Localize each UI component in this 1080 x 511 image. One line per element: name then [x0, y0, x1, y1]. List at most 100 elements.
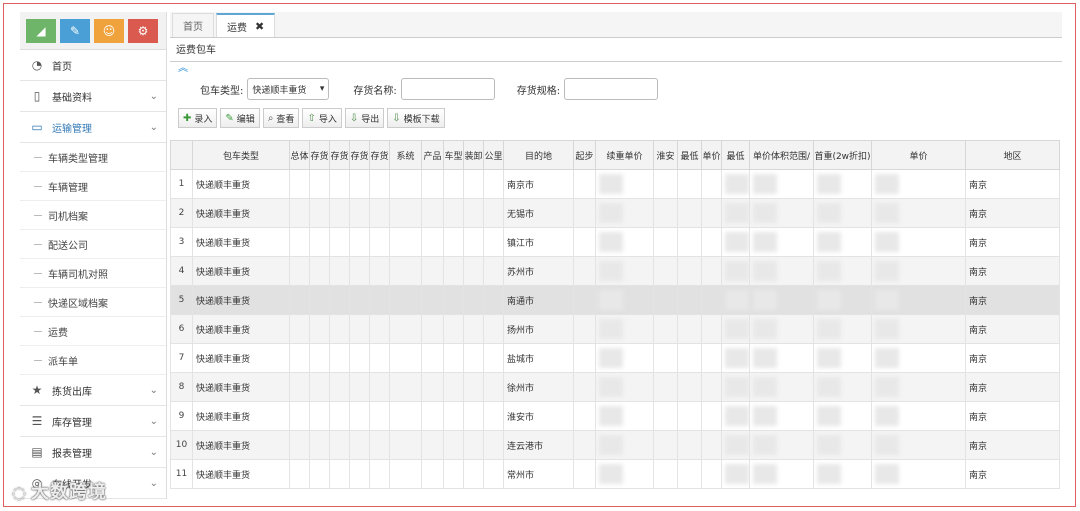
- collapse-up-icon[interactable]: ︽: [170, 62, 1062, 76]
- cell-destination[interactable]: 连云港市: [503, 430, 574, 460]
- cell-empty[interactable]: [653, 372, 678, 402]
- table-row[interactable]: 3 快递顺丰重货 镇江市 南京: [170, 227, 1060, 257]
- cell-empty[interactable]: [389, 372, 422, 402]
- column-header[interactable]: 车型: [443, 140, 464, 170]
- cell-empty[interactable]: [573, 285, 596, 315]
- cell-empty[interactable]: [389, 227, 422, 257]
- cell-empty[interactable]: [349, 285, 370, 315]
- cell-empty[interactable]: [309, 430, 330, 460]
- menu-report[interactable]: ▤ 报表管理 ⌄: [20, 437, 166, 468]
- column-header[interactable]: 装卸: [463, 140, 484, 170]
- column-header[interactable]: 产品: [421, 140, 444, 170]
- cell-redacted[interactable]: [721, 198, 750, 228]
- menu-home[interactable]: ◔ 首页: [20, 50, 166, 81]
- cell-redacted[interactable]: [813, 285, 872, 315]
- cell-empty[interactable]: [421, 372, 444, 402]
- cell-empty[interactable]: [463, 198, 484, 228]
- cell-redacted[interactable]: [813, 430, 872, 460]
- cell-type[interactable]: 快递顺丰重货: [192, 285, 290, 315]
- cell-redacted[interactable]: [871, 372, 966, 402]
- cell-empty[interactable]: [573, 314, 596, 344]
- cell-empty[interactable]: [289, 430, 310, 460]
- cell-empty[interactable]: [463, 401, 484, 431]
- cell-empty[interactable]: [701, 459, 722, 489]
- cell-empty[interactable]: [289, 227, 310, 257]
- cell-empty[interactable]: [443, 227, 464, 257]
- cell-empty[interactable]: [329, 459, 350, 489]
- row-number[interactable]: 9: [170, 401, 193, 431]
- cell-empty[interactable]: [309, 401, 330, 431]
- row-number[interactable]: 7: [170, 343, 193, 373]
- row-number[interactable]: 4: [170, 256, 193, 286]
- cell-type[interactable]: 快递顺丰重货: [192, 401, 290, 431]
- cell-empty[interactable]: [289, 343, 310, 373]
- cell-redacted[interactable]: [871, 401, 966, 431]
- cell-empty[interactable]: [701, 430, 722, 460]
- cell-empty[interactable]: [573, 343, 596, 373]
- cell-redacted[interactable]: [871, 256, 966, 286]
- cell-empty[interactable]: [677, 430, 702, 460]
- column-header[interactable]: 系统: [389, 140, 422, 170]
- cell-destination[interactable]: 常州市: [503, 459, 574, 489]
- cell-destination[interactable]: 苏州市: [503, 256, 574, 286]
- cell-empty[interactable]: [369, 169, 390, 199]
- cell-empty[interactable]: [677, 314, 702, 344]
- cell-empty[interactable]: [653, 459, 678, 489]
- cell-empty[interactable]: [329, 169, 350, 199]
- cell-empty[interactable]: [463, 169, 484, 199]
- cell-empty[interactable]: [389, 198, 422, 228]
- cell-region[interactable]: 南京: [965, 343, 1060, 373]
- cell-empty[interactable]: [329, 401, 350, 431]
- cell-region[interactable]: 南京: [965, 285, 1060, 315]
- cell-empty[interactable]: [573, 430, 596, 460]
- cell-redacted[interactable]: [595, 285, 654, 315]
- cell-empty[interactable]: [289, 198, 310, 228]
- cell-redacted[interactable]: [813, 372, 872, 402]
- cell-empty[interactable]: [677, 459, 702, 489]
- cell-empty[interactable]: [701, 314, 722, 344]
- cell-empty[interactable]: [463, 430, 484, 460]
- cell-empty[interactable]: [421, 169, 444, 199]
- cell-redacted[interactable]: [749, 459, 814, 489]
- cell-empty[interactable]: [389, 285, 422, 315]
- cell-empty[interactable]: [309, 459, 330, 489]
- cell-region[interactable]: 南京: [965, 314, 1060, 344]
- cell-empty[interactable]: [421, 314, 444, 344]
- cell-type[interactable]: 快递顺丰重货: [192, 256, 290, 286]
- row-number[interactable]: 2: [170, 198, 193, 228]
- cell-empty[interactable]: [421, 198, 444, 228]
- cell-empty[interactable]: [463, 459, 484, 489]
- table-row[interactable]: 1 快递顺丰重货 南京市 南京: [170, 169, 1060, 199]
- cell-empty[interactable]: [463, 227, 484, 257]
- cell-redacted[interactable]: [749, 169, 814, 199]
- cell-empty[interactable]: [573, 256, 596, 286]
- column-header[interactable]: 单价体积范围/: [749, 140, 814, 170]
- cell-redacted[interactable]: [595, 459, 654, 489]
- cell-redacted[interactable]: [813, 256, 872, 286]
- import-button[interactable]: ⇧ 导入: [302, 108, 342, 128]
- cell-empty[interactable]: [349, 198, 370, 228]
- cell-empty[interactable]: [329, 285, 350, 315]
- type-select[interactable]: 快递顺丰重货 ▾: [247, 78, 330, 100]
- cell-redacted[interactable]: [721, 430, 750, 460]
- row-number[interactable]: 1: [170, 169, 193, 199]
- cell-empty[interactable]: [369, 198, 390, 228]
- template-download-button[interactable]: ⇩ 模板下载: [387, 108, 445, 128]
- cell-empty[interactable]: [289, 372, 310, 402]
- edit-button[interactable]: ✎ 编辑: [220, 108, 260, 128]
- cell-destination[interactable]: 徐州市: [503, 372, 574, 402]
- cell-redacted[interactable]: [871, 285, 966, 315]
- row-number[interactable]: 8: [170, 372, 193, 402]
- cell-empty[interactable]: [443, 198, 464, 228]
- cell-empty[interactable]: [573, 401, 596, 431]
- cell-empty[interactable]: [443, 285, 464, 315]
- cell-empty[interactable]: [463, 314, 484, 344]
- cell-destination[interactable]: 镇江市: [503, 227, 574, 257]
- add-button[interactable]: ✚ 录入: [178, 108, 218, 128]
- export-button[interactable]: ⇩ 导出: [344, 108, 385, 128]
- tab-home[interactable]: 首页: [172, 13, 214, 37]
- cell-empty[interactable]: [349, 227, 370, 257]
- cell-redacted[interactable]: [595, 372, 654, 402]
- cell-empty[interactable]: [653, 227, 678, 257]
- table-row[interactable]: 6 快递顺丰重货 扬州市 南京: [170, 314, 1060, 344]
